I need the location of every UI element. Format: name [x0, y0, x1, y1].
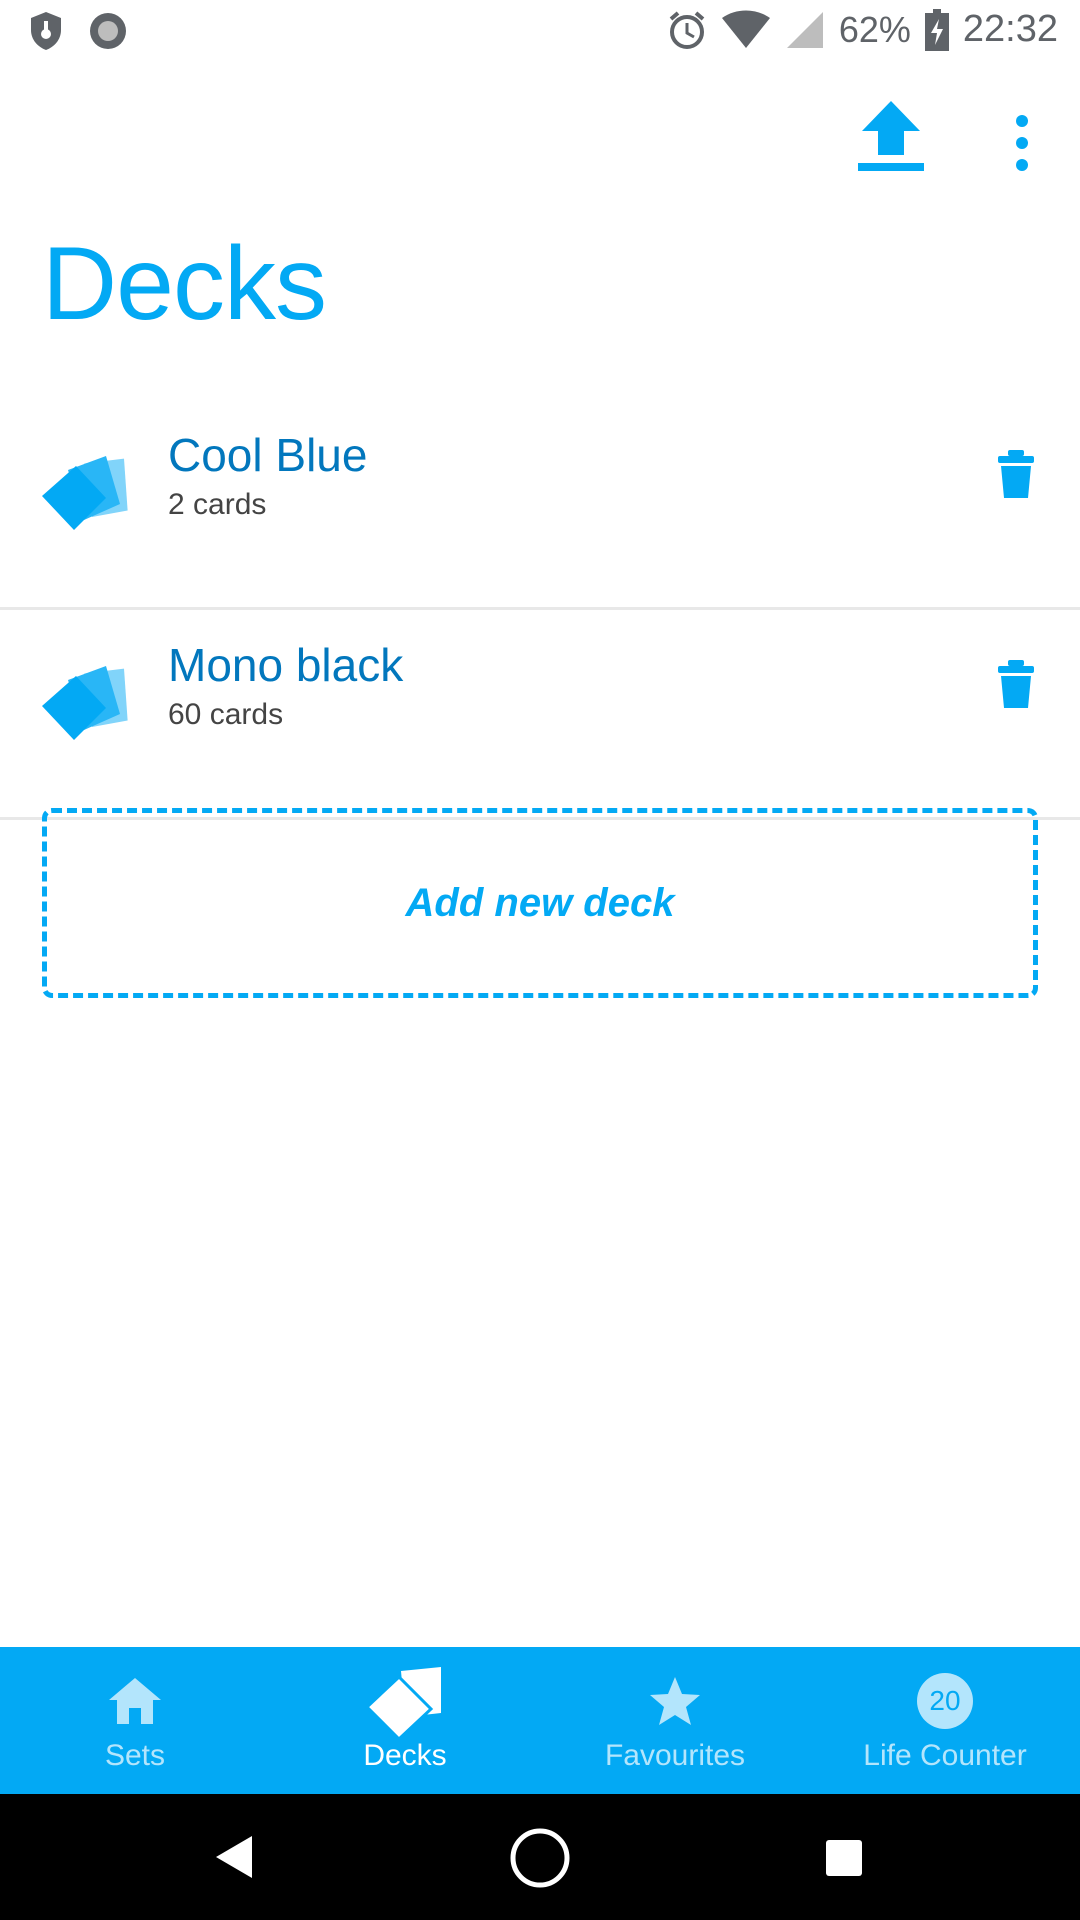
battery-percent: 62% [838, 8, 911, 50]
add-deck-button[interactable]: Add new deck [42, 808, 1038, 998]
more-options-icon[interactable] [1000, 111, 1044, 175]
alarm-icon [669, 10, 705, 49]
bottom-nav: Sets Decks Favourites 20 Life Counter [0, 1647, 1080, 1794]
signal-icon [786, 11, 823, 48]
life-counter-icon: 20 [917, 1673, 973, 1729]
cards-icon [365, 1667, 441, 1739]
deck-card-count: 60 cards [168, 698, 284, 731]
nav-label: Sets [104, 1739, 166, 1772]
delete-icon[interactable] [996, 660, 1036, 710]
nav-label: Favourites [604, 1739, 746, 1772]
deck-row[interactable]: Mono black 60 cards [0, 610, 1080, 820]
nav-label: Life Counter [863, 1739, 1027, 1772]
status-bar: 62% 22:32 [0, 0, 1080, 63]
back-icon[interactable] [212, 1832, 256, 1882]
deck-cards-icon [42, 666, 128, 740]
clock: 22:32 [962, 8, 1058, 50]
deck-name: Mono black [168, 639, 404, 691]
deck-row[interactable]: Cool Blue 2 cards [0, 400, 1080, 610]
page-title: Decks [42, 226, 327, 342]
battery-charging-icon [924, 8, 949, 51]
nav-item-favourites[interactable]: Favourites [540, 1647, 810, 1794]
nav-item-life-counter[interactable]: 20 Life Counter [810, 1647, 1080, 1794]
upload-icon[interactable] [858, 101, 924, 173]
deck-card-count: 2 cards [168, 488, 267, 521]
shield-icon [31, 12, 61, 50]
star-icon [650, 1677, 700, 1725]
deck-cards-icon [42, 456, 128, 530]
recent-apps-icon[interactable] [824, 1838, 864, 1878]
record-icon [90, 13, 126, 49]
home-button-icon[interactable] [508, 1826, 572, 1890]
system-nav-bar [0, 1794, 1080, 1920]
nav-label: Decks [363, 1739, 447, 1772]
add-deck-label: Add new deck [405, 880, 675, 925]
app-bar [0, 63, 1080, 207]
deck-name: Cool Blue [168, 429, 368, 481]
home-icon [109, 1678, 161, 1724]
nav-item-decks[interactable]: Decks [270, 1647, 540, 1794]
nav-item-sets[interactable]: Sets [0, 1647, 270, 1794]
wifi-icon [721, 10, 770, 48]
deck-list: Cool Blue 2 cards Mono black 60 cards [0, 400, 1080, 820]
delete-icon[interactable] [996, 450, 1036, 500]
